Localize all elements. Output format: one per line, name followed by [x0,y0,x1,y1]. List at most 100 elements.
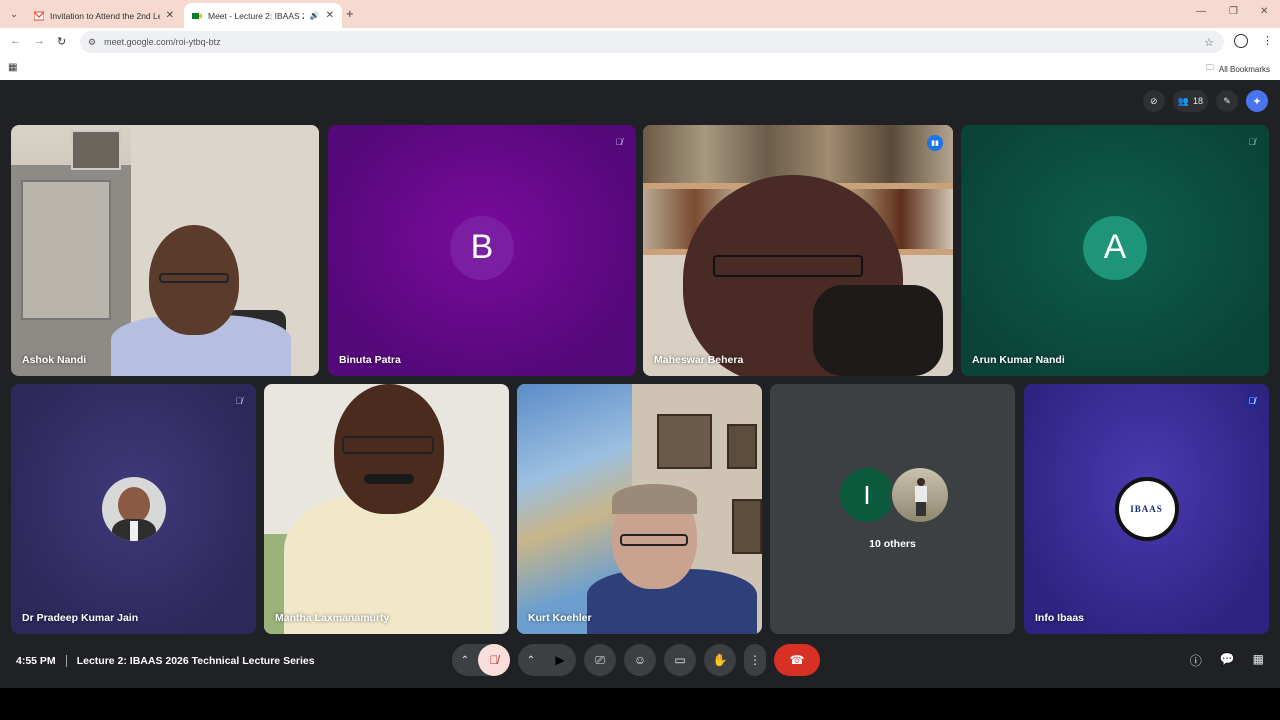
participant-tile-info-ibaas[interactable]: 🎙̸ IBAAS Info Ibaas [1024,384,1269,634]
reload-icon[interactable]: ↻ [57,35,66,48]
all-bookmarks-label: All Bookmarks [1218,64,1270,74]
meeting-info: 4:55 PM Lecture 2: IBAAS 2026 Technical … [16,655,315,667]
mic-off-icon: 🎙̸ [235,396,243,406]
captions-off-button[interactable]: ⊘ [1142,90,1165,112]
mic-off-icon: 🎙̸ [1248,137,1256,147]
camera-group: ⌃ ▶︎ [518,644,576,676]
new-tab-button[interactable]: + [346,6,354,21]
present-icon: ⎚ [595,652,605,667]
participant-tile-binuta[interactable]: 🎙̸ B Binuta Patra [328,125,636,376]
avatar: A [1083,215,1147,280]
bottom-bar: 4:55 PM Lecture 2: IBAAS 2026 Technical … [0,642,1280,680]
more-options-button[interactable]: ⋮ [744,644,766,676]
video-feed [11,125,319,376]
close-icon[interactable]: ✕ [326,10,334,21]
audio-options-chevron-icon[interactable]: ⌃ [452,655,478,666]
mic-group: ⌃ 🎙̸ [452,644,510,676]
video-options-chevron-icon[interactable]: ⌃ [518,655,544,666]
close-window-icon[interactable]: ✕ [1260,6,1268,17]
participant-tile-arun[interactable]: 🎙̸ A Arun Kumar Nandi [961,125,1269,376]
site-info-icon[interactable]: ⚙ [88,37,96,48]
reactions-button[interactable]: ☺ [624,644,656,676]
wand-icon: ✎ [1223,95,1231,106]
participant-count: 18 [1192,96,1203,106]
participant-name: Maheswar Behera [654,354,744,366]
participant-tile-mantha[interactable]: Mantha Laxmanamurty [264,384,509,634]
profile-icon[interactable] [1234,34,1248,48]
gemini-icon: ✦ [1252,95,1262,108]
mic-off-icon: 🎙̸ [1245,394,1259,408]
avatar: B [450,215,514,280]
video-feed [264,384,509,634]
participant-tile-pradeep[interactable]: 🎙̸ Dr Pradeep Kumar Jain [11,384,256,634]
participant-name: Ashok Nandi [22,354,87,366]
more-vert-icon: ⋮ [749,653,761,667]
gmail-icon [34,11,44,20]
all-bookmarks-button[interactable]: 🗀 All Bookmarks [1206,62,1270,76]
raise-hand-button[interactable]: ✋ [704,644,736,676]
divider [65,655,67,667]
avatar [101,477,166,541]
gemini-button[interactable]: ✦ [1246,90,1268,112]
participant-name: Binuta Patra [339,354,401,366]
captions-icon: ▭ [674,653,686,667]
participant-name: Mantha Laxmanamurty [275,612,390,624]
bookmark-star-icon[interactable]: ☆ [1204,36,1214,49]
phone-hangup-icon: ☎ [789,653,805,667]
back-icon[interactable]: ← [10,35,21,47]
activities-icon[interactable]: ▦ [1253,652,1264,669]
captions-button[interactable]: ▭ [664,644,696,676]
video-feed [517,384,762,634]
chat-icon[interactable]: 💬 [1220,652,1235,669]
tab-search-icon[interactable]: ⌄ [6,6,22,22]
participant-tile-maheswar[interactable]: ▮▮ Maheswar Behera [643,125,953,376]
speaker-icon[interactable]: 🔊 [310,11,320,20]
tab-meet[interactable]: Meet - Lecture 2: IBAAS 202 🔊 ✕ [184,3,342,28]
restore-icon[interactable]: ❐ [1229,6,1238,17]
side-panel-controls: ⓘ 💬 ▦ [1190,652,1264,669]
mic-toggle-button[interactable]: 🎙̸ [478,644,510,676]
folder-icon: 🗀 [1205,63,1214,72]
participant-tile-others[interactable]: I 10 others [770,384,1015,634]
meet-icon [192,12,202,19]
participant-name: Arun Kumar Nandi [972,354,1065,366]
mic-off-icon: 🎙̸ [615,137,623,147]
camera-toggle-button[interactable]: ▶︎ [544,644,576,676]
participant-tile-ashok[interactable]: Ashok Nandi [11,125,319,376]
participant-name: Info Ibaas [1035,612,1085,624]
avatar: I [838,466,896,524]
clock: 4:55 PM [16,655,56,667]
participant-name: Kurt Koehler [528,612,592,624]
others-label: 10 others [869,538,916,550]
meet-stage: ⊘ 👥18 ✎ ✦ Ashok Nandi 🎙̸ B Binuta Patra [0,80,1280,688]
url-text: meet.google.com/roi-ytbq-btz [104,37,221,47]
address-bar[interactable]: ⚙ meet.google.com/roi-ytbq-btz ☆ [80,31,1224,53]
camera-off-icon: ⊘ [1149,95,1158,106]
participant-name: Dr Pradeep Kumar Jain [22,612,139,624]
meeting-details-icon[interactable]: ⓘ [1190,652,1202,669]
leave-call-button[interactable]: ☎ [774,644,820,676]
call-controls: ⌃ 🎙̸ ⌃ ▶︎ ⎚ ☺ ▭ ✋ ⋮ ☎ [452,644,820,676]
tab-title: Invitation to Attend the 2nd Le [50,10,160,21]
forward-icon[interactable]: → [34,35,45,47]
tab-title: Meet - Lecture 2: IBAAS 202 [208,10,304,21]
browser-toolbar: ← → ↻ ⚙ meet.google.com/roi-ytbq-btz ☆ [0,28,1280,56]
avatar-photo [890,466,950,524]
minimize-icon[interactable]: — [1196,6,1206,17]
effects-button[interactable]: ✎ [1216,90,1238,112]
logo-text: IBAAS [1130,504,1163,514]
hand-icon: ✋ [712,653,728,667]
speaking-indicator-icon: ▮▮ [927,135,943,151]
people-icon: 👥 [1177,95,1189,106]
meeting-title: Lecture 2: IBAAS 2026 Technical Lecture … [76,655,315,667]
apps-grid-icon[interactable]: ▦ [8,62,17,73]
video-feed [643,125,953,376]
bookmarks-bar: ▦ 🗀 All Bookmarks [0,56,1280,80]
people-button[interactable]: 👥 18 [1172,90,1208,112]
tab-gmail[interactable]: Invitation to Attend the 2nd Le ✕ [26,3,182,28]
emoji-icon: ☺ [633,653,647,667]
close-icon[interactable]: ✕ [166,10,174,21]
participant-tile-kurt[interactable]: Kurt Koehler [517,384,762,634]
browser-menu-icon[interactable]: ⋮ [1262,34,1273,47]
present-button[interactable]: ⎚ [584,644,616,676]
